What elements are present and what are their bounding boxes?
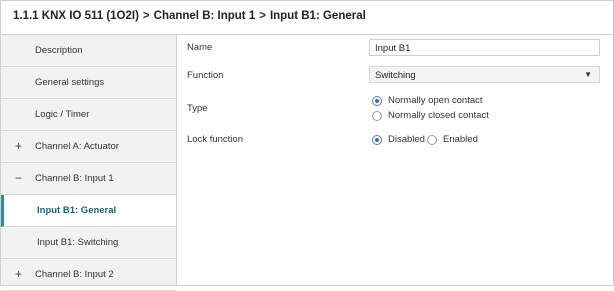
breadcrumb-separator: > — [142, 10, 150, 22]
sidebar: Description General settings Logic / Tim… — [1, 35, 177, 291]
window-frame: 1.1.1 KNX IO 511 (1O2I) > Channel B: Input… — [0, 0, 614, 291]
sidebar-item-logic-timer[interactable]: Logic / Timer — [1, 99, 176, 131]
radio-selected-icon[interactable] — [372, 95, 382, 106]
sidebar-item-description[interactable]: Description — [1, 35, 176, 67]
sidebar-item-label: Channel B: Input 1 — [35, 173, 114, 184]
expand-icon[interactable]: + — [15, 267, 22, 281]
sidebar-item-channel-b-input-1[interactable]: − Channel B: Input 1 — [1, 163, 176, 195]
breadcrumb-channel[interactable]: Channel B: Input 1 — [154, 10, 256, 22]
radio-normally-closed[interactable]: Normally closed contact — [372, 110, 489, 121]
radio-label: Normally open contact — [388, 95, 483, 106]
breadcrumb-current: Input B1: General — [269, 10, 366, 22]
function-select[interactable]: Switching ▼ — [369, 66, 600, 83]
breadcrumb: 1.1.1 KNX IO 511 (1O2I) > Channel B: Input… — [13, 10, 366, 22]
sidebar-item-channel-b-input-2[interactable]: + Channel B: Input 2 — [1, 259, 176, 291]
type-label: Type — [187, 103, 208, 114]
radio-selected-icon[interactable] — [372, 134, 382, 145]
chevron-down-icon[interactable]: ▼ — [584, 70, 592, 79]
sidebar-item-label: Description — [35, 45, 83, 56]
name-value: Input B1 — [375, 43, 411, 54]
radio-unselected-icon[interactable] — [372, 110, 382, 121]
collapse-icon[interactable]: − — [15, 171, 22, 185]
expand-icon[interactable]: + — [15, 139, 22, 153]
parameter-panel: Name Input B1 Function Switching ▼ Type … — [177, 35, 613, 285]
function-value: Switching — [375, 70, 416, 81]
sidebar-item-label: Channel B: Input 2 — [35, 269, 114, 280]
breadcrumb-separator: > — [259, 10, 266, 22]
header-bar: 1.1.1 KNX IO 511 (1O2I) > Channel B: Input… — [1, 1, 613, 35]
sidebar-item-channel-a-actuator[interactable]: + Channel A: Actuator — [1, 131, 176, 163]
breadcrumb-device[interactable]: 1.1.1 KNX IO 511 (1O2I) — [13, 10, 139, 22]
name-label: Name — [187, 42, 213, 53]
sidebar-item-label: Input B1: General — [37, 205, 117, 216]
radio-normally-open[interactable]: Normally open contact — [372, 95, 483, 106]
radio-lock-enabled[interactable]: Enabled — [427, 134, 478, 145]
sidebar-item-label: Channel A: Actuator — [35, 141, 119, 152]
sidebar-item-general-settings[interactable]: General settings — [1, 67, 176, 99]
sidebar-item-input-b1-switching[interactable]: Input B1: Switching — [1, 227, 176, 259]
sidebar-item-label: Input B1: Switching — [37, 237, 119, 248]
radio-label: Disabled — [388, 134, 425, 145]
radio-lock-disabled[interactable]: Disabled — [372, 134, 425, 145]
radio-label: Enabled — [443, 134, 478, 145]
sidebar-item-label: Logic / Timer — [35, 109, 90, 120]
radio-unselected-icon[interactable] — [427, 134, 437, 145]
function-label: Function — [187, 70, 224, 81]
radio-label: Normally closed contact — [388, 110, 489, 121]
sidebar-item-label: General settings — [35, 77, 105, 88]
name-field[interactable]: Input B1 — [369, 39, 600, 56]
lock-function-label: Lock function — [187, 134, 243, 145]
sidebar-item-input-b1-general[interactable]: Input B1: General — [1, 195, 176, 227]
